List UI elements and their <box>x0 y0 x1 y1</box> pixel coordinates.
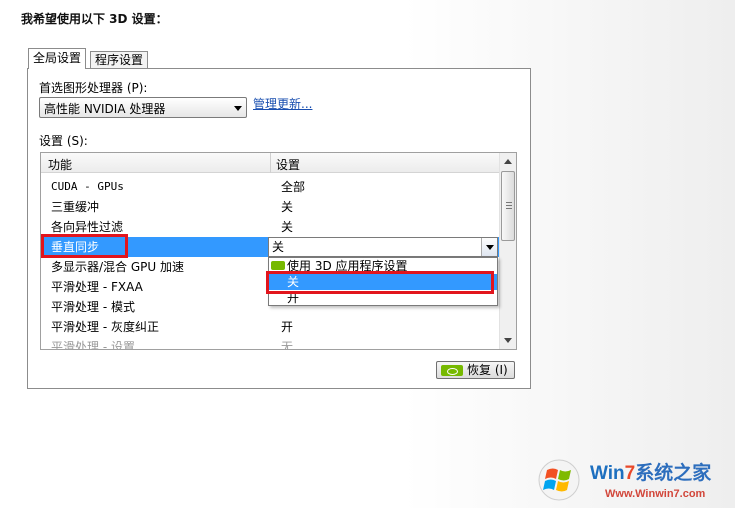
feature-cell: 三重缓冲 <box>51 200 100 214</box>
page-heading: 我希望使用以下 3D 设置： <box>21 12 168 26</box>
table-row[interactable]: CUDA - GPUs 全部 <box>41 177 499 197</box>
table-row[interactable]: 平滑处理 - 设置 无 <box>41 337 499 350</box>
feature-cell: 平滑处理 - 灰度纠正 <box>51 320 159 334</box>
option-label: 开 <box>287 291 300 305</box>
column-header-setting[interactable]: 设置 <box>276 156 300 173</box>
watermark-title-prefix: Win <box>590 463 625 484</box>
table-row[interactable]: 各向异性过滤 关 <box>41 217 499 237</box>
list-scrollbar[interactable] <box>499 153 516 349</box>
windows-logo-icon <box>538 459 580 501</box>
nvidia-icon <box>441 365 463 376</box>
tab-global-settings[interactable]: 全局设置 <box>28 48 87 69</box>
dropdown-option-on[interactable]: 开 <box>269 290 497 306</box>
grip-line <box>506 202 512 203</box>
feature-cell: 多显示器/混合 GPU 加速 <box>51 260 184 274</box>
restore-label: 恢复 (I) <box>467 363 508 377</box>
scroll-up-icon[interactable] <box>504 159 512 164</box>
manage-updates-link[interactable]: 管理更新... <box>253 95 312 112</box>
value-cell: 全部 <box>281 180 306 194</box>
watermark-title: Win7系统之家 <box>590 458 711 485</box>
watermark-title-seven: 7 <box>624 463 636 484</box>
feature-cell: 平滑处理 - 设置 <box>51 340 135 350</box>
feature-cell: CUDA - GPUs <box>51 180 124 193</box>
nvidia-icon <box>271 261 285 270</box>
option-label: 使用 3D 应用程序设置 <box>287 259 408 273</box>
value-cell: 无 <box>281 340 294 350</box>
chevron-down-icon <box>486 245 494 250</box>
grip-line <box>506 205 512 206</box>
watermark-url: Www.Winwin7.com <box>605 488 706 500</box>
chevron-down-icon <box>234 106 242 111</box>
table-row[interactable]: 平滑处理 - 灰度纠正 开 <box>41 317 499 337</box>
column-header-feature[interactable]: 功能 <box>48 156 72 173</box>
dropdown-button[interactable] <box>481 238 497 256</box>
feature-cell: 平滑处理 - 模式 <box>51 300 135 314</box>
gpu-select-value: 高性能 NVIDIA 处理器 <box>44 102 166 116</box>
feature-cell: 平滑处理 - FXAA <box>51 280 143 294</box>
grip-line <box>506 208 512 209</box>
watermark-title-rest: 系统之家 <box>635 463 712 484</box>
gpu-label: 首选图形处理器 (P): <box>39 81 148 95</box>
scroll-thumb[interactable] <box>501 171 515 241</box>
value-cell: 关 <box>281 220 294 234</box>
value-cell: 开 <box>281 320 294 334</box>
dropdown-option-app-settings[interactable]: 使用 3D 应用程序设置 <box>269 258 497 274</box>
dropdown-option-off[interactable]: 关 <box>269 274 497 290</box>
option-label: 关 <box>287 275 300 289</box>
gpu-select[interactable]: 高性能 NVIDIA 处理器 <box>39 97 247 118</box>
scroll-down-icon[interactable] <box>504 338 512 343</box>
table-row[interactable]: 三重缓冲 关 <box>41 197 499 217</box>
vsync-dropdown-list: 使用 3D 应用程序设置 关 开 <box>268 257 498 306</box>
restore-button[interactable]: 恢复 (I) <box>436 361 515 379</box>
settings-label: 设置 (S): <box>39 134 88 148</box>
value-cell: 关 <box>281 200 294 214</box>
vsync-current-value: 关 <box>272 240 285 254</box>
feature-cell: 各向异性过滤 <box>51 220 124 234</box>
list-header: 功能 设置 <box>41 153 499 173</box>
vsync-value-select[interactable]: 关 <box>268 237 498 257</box>
feature-cell: 垂直同步 <box>51 240 100 254</box>
column-divider[interactable] <box>270 153 271 173</box>
tab-program-settings[interactable]: 程序设置 <box>90 51 149 69</box>
